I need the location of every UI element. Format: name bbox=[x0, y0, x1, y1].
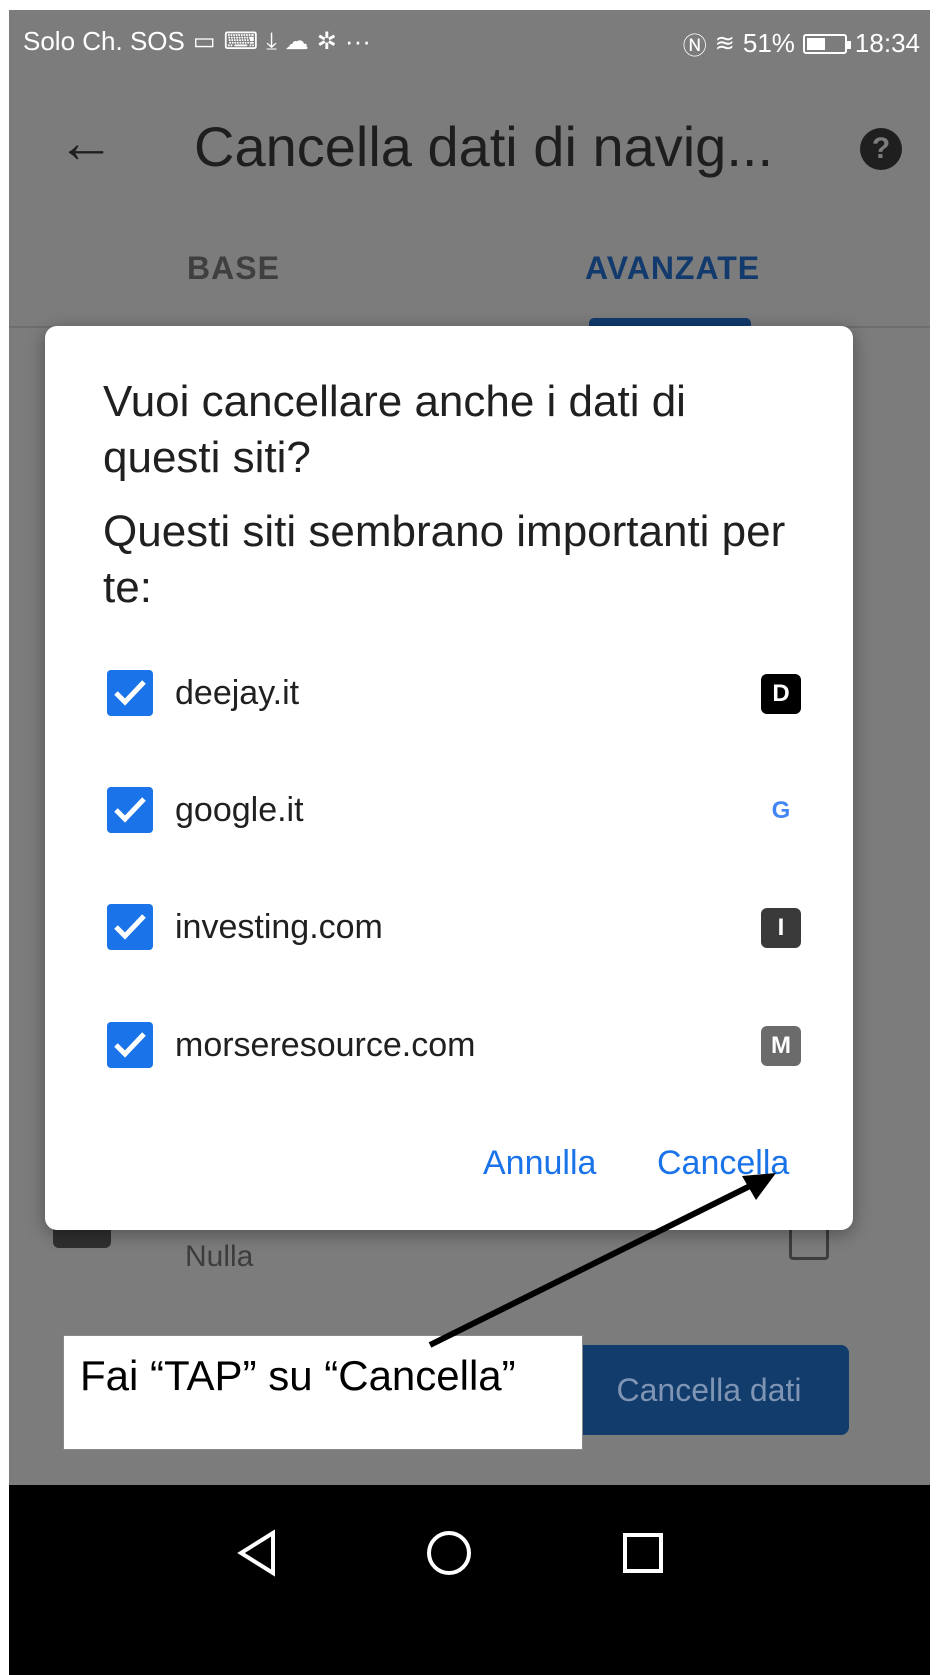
overflow-indicator: ··· bbox=[344, 26, 371, 56]
google-favicon-icon: G bbox=[761, 791, 801, 831]
battery-percent: 51% bbox=[742, 28, 795, 58]
recents-square-icon[interactable] bbox=[613, 1523, 673, 1583]
dialog-subtitle: Questi siti sembrano importanti per te: bbox=[103, 507, 786, 612]
confirm-clear-button[interactable]: Cancella bbox=[657, 1144, 789, 1183]
checkbox-checked-icon[interactable] bbox=[107, 787, 153, 833]
arrow-left-icon[interactable]: ← bbox=[51, 108, 121, 178]
tab-base[interactable]: BASE bbox=[187, 250, 280, 287]
annotation-callout: Fai “TAP” su “Cancella” bbox=[63, 1335, 583, 1450]
site-name: google.it bbox=[175, 791, 304, 829]
wifi-icon: ≋ bbox=[714, 30, 735, 57]
battery-icon bbox=[802, 33, 851, 54]
cancel-button[interactable]: Annulla bbox=[483, 1144, 596, 1183]
site-name: deejay.it bbox=[175, 674, 300, 712]
site-name: morseresource.com bbox=[175, 1026, 476, 1064]
download-icon: ⤓ bbox=[266, 27, 277, 55]
annotation-text: Fai “TAP” su “Cancella” bbox=[80, 1352, 516, 1399]
checkbox-checked-icon[interactable] bbox=[107, 670, 153, 716]
nfc-icon: Ⓝ bbox=[682, 33, 707, 60]
clear-data-button[interactable]: Cancella dati bbox=[569, 1345, 849, 1435]
tab-avanzate[interactable]: AVANZATE bbox=[585, 250, 760, 287]
navigation-bar bbox=[9, 1485, 930, 1675]
help-circle-icon[interactable]: ? bbox=[860, 128, 902, 170]
site-row-deejay[interactable]: deejay.it D bbox=[107, 664, 807, 724]
cloud-icon: ☁ bbox=[284, 28, 309, 55]
site-row-morseresource[interactable]: morseresource.com M bbox=[107, 1016, 807, 1076]
dialog-title: Vuoi cancellare anche i dati di questi s… bbox=[103, 377, 686, 482]
confirm-dialog: Vuoi cancellare anche i dati di questi s… bbox=[45, 326, 853, 1230]
page-title: Cancella dati di navig... bbox=[194, 115, 774, 178]
toolbar: ← Cancella dati di navig... ? bbox=[9, 78, 930, 208]
site-row-google[interactable]: google.it G bbox=[107, 781, 807, 841]
clock: 18:34 bbox=[854, 28, 920, 58]
investing-favicon-icon: I bbox=[761, 908, 801, 948]
bluetooth-icon: ✲ bbox=[316, 28, 337, 55]
site-row-investing[interactable]: investing.com I bbox=[107, 898, 807, 958]
sim-icon: ▭ bbox=[192, 28, 216, 55]
site-name: investing.com bbox=[175, 908, 383, 946]
deejay-favicon-icon: D bbox=[761, 674, 801, 714]
background-row-label: Nulla bbox=[185, 1240, 254, 1273]
back-triangle-icon[interactable] bbox=[229, 1523, 289, 1583]
status-bar: Solo Ch. SOS ▭ ⌨ ⤓ ☁ ✲ ··· Ⓝ ≋ 51% 18:34 bbox=[9, 10, 930, 78]
home-circle-icon[interactable] bbox=[419, 1523, 479, 1583]
carrier-label: Solo Ch. SOS bbox=[23, 26, 185, 56]
morseresource-favicon-icon: M bbox=[761, 1026, 801, 1066]
checkbox-checked-icon[interactable] bbox=[107, 904, 153, 950]
checkbox-checked-icon[interactable] bbox=[107, 1022, 153, 1068]
laptop-icon: ⌨ bbox=[223, 28, 259, 55]
tab-bar: BASE AVANZATE bbox=[9, 208, 930, 328]
